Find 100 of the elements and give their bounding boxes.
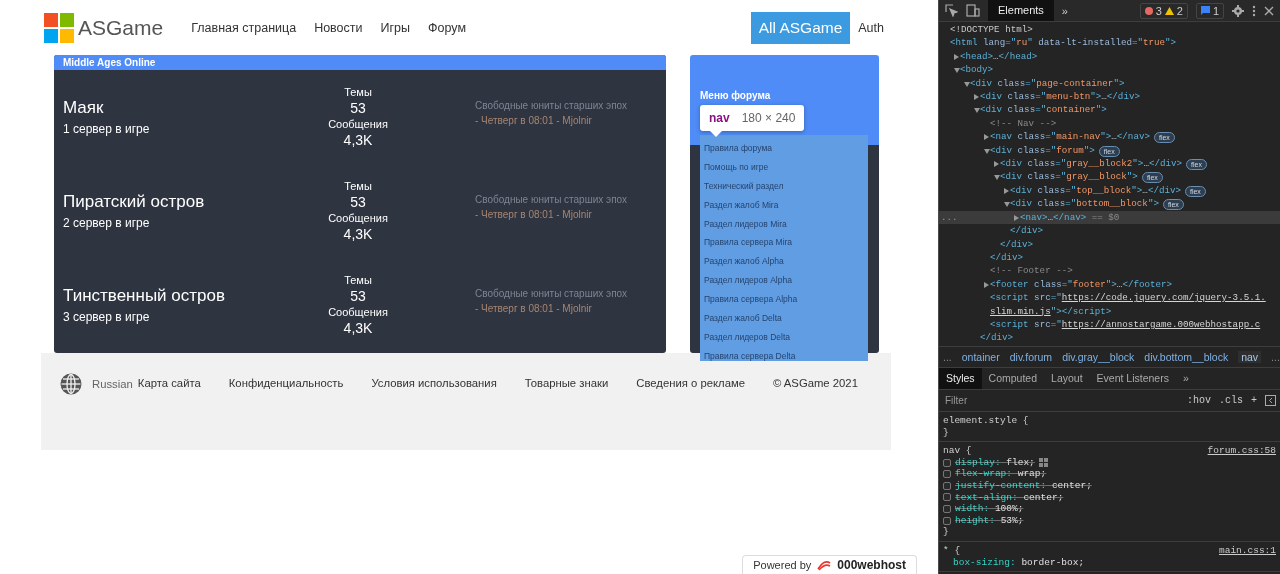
menu-link[interactable]: Правила сервера Alpha [704, 290, 864, 309]
caret-down-icon[interactable] [983, 148, 990, 154]
hover-state-button[interactable]: :hov [1186, 395, 1211, 406]
stylesheet-link[interactable]: main.css:1 [1219, 544, 1276, 557]
pane-tab[interactable]: Computed [981, 368, 1045, 389]
breadcrumb-scroll-right[interactable]: ... [1271, 351, 1280, 363]
caret-right-icon[interactable] [994, 161, 999, 168]
nav-link[interactable]: Главная страница [191, 20, 297, 35]
server-name[interactable]: Пиратский остров [63, 192, 263, 212]
menu-link[interactable]: Технический раздел [704, 176, 864, 196]
messages-counter[interactable]: 1 [1195, 2, 1224, 19]
dom-tree-row[interactable]: <body> [939, 63, 1280, 77]
more-options-icon[interactable] [1252, 4, 1256, 17]
logo-text[interactable]: ASGame [78, 15, 164, 40]
breadcrumb[interactable]: div.gray__block [1062, 351, 1135, 363]
nav-link[interactable]: Новости [314, 20, 363, 35]
dom-tree-row[interactable]: <script src="https://code.jquery.com/jquery-3.5.1.slim.min.js"></script> [939, 291, 1280, 318]
menu-link[interactable]: Помощь по игре [704, 157, 864, 177]
caret-down-icon[interactable] [993, 175, 1000, 181]
dom-tree-row[interactable]: <!-- Footer --> [939, 264, 1280, 278]
caret-right-icon[interactable] [984, 281, 989, 288]
css-declaration[interactable]: height: 53%; [955, 514, 1024, 527]
declaration-checkbox[interactable] [943, 481, 951, 490]
language-label[interactable]: Russian [92, 378, 133, 390]
stylesheet-link[interactable]: forum.css:58 [1207, 445, 1276, 457]
declaration-checkbox[interactable] [943, 458, 951, 467]
pane-tab[interactable]: Layout [1044, 368, 1090, 389]
menu-link[interactable]: Раздел жалоб Mira [704, 195, 864, 215]
menu-link[interactable]: Правила сервера Mira [704, 233, 864, 253]
css-declaration[interactable]: width: 100%; [955, 503, 1024, 515]
dom-tree-row[interactable]: <div class="page-container"> [939, 76, 1280, 91]
menu-link[interactable]: Правила сервера Delta [704, 346, 864, 366]
breadcrumb[interactable]: ontainer [961, 351, 1000, 363]
caret-right-icon[interactable] [1014, 214, 1019, 221]
grid-icon[interactable] [1038, 458, 1048, 468]
topics-count: 53 [350, 100, 366, 116]
more-panes-button[interactable]: » [1175, 368, 1196, 389]
dom-tree-row[interactable]: <script src="https://annostargame.000webhostapp.c [939, 317, 1280, 332]
close-icon[interactable] [1264, 5, 1274, 16]
declaration-checkbox[interactable] [943, 470, 951, 479]
new-rule-button[interactable]: + [1251, 395, 1257, 406]
menu-link[interactable]: Раздел жалоб Delta [704, 309, 864, 328]
pane-tab[interactable]: Styles [939, 368, 982, 389]
breadcrumb[interactable]: div.bottom__block [1144, 351, 1229, 363]
dom-tree-row[interactable]: <div class="menu-btn">…</div> [939, 90, 1280, 104]
css-declaration[interactable]: justify-content: center; [955, 479, 1092, 492]
hosting-badge[interactable]: Powered by 000webhost [742, 555, 917, 574]
css-declaration[interactable]: display: flex; [955, 456, 1035, 469]
nav-link[interactable]: Форум [428, 20, 466, 35]
menu-link[interactable]: Раздел лидеров Delta [704, 327, 864, 347]
dom-tree-row[interactable]: <head>…</head> [939, 49, 1280, 64]
auth-link[interactable]: Auth [858, 20, 884, 35]
menu-link[interactable]: Раздел лидеров Alpha [704, 271, 864, 291]
four-squares-logo-icon[interactable] [44, 12, 74, 43]
panel-tab[interactable]: Elements [988, 0, 1054, 21]
caret-right-icon[interactable] [984, 134, 989, 141]
breadcrumb[interactable]: nav [1238, 351, 1262, 363]
server-name[interactable]: Тинственный остров [63, 286, 263, 306]
settings-icon[interactable] [1232, 4, 1244, 17]
css-declaration[interactable]: flex-wrap: wrap; [955, 468, 1047, 480]
dom-tree-row[interactable]: <html lang="ru" data-lt-installed="true"> [939, 36, 1280, 50]
nav-link[interactable]: Игры [380, 20, 410, 35]
css-declaration[interactable]: box-sizing: border-box; [953, 556, 1085, 569]
breadcrumb[interactable]: div.forum [1009, 351, 1053, 363]
server-name[interactable]: Маяк [63, 98, 263, 118]
class-toggle-button[interactable]: .cls [1218, 395, 1243, 406]
breadcrumb-scroll-left[interactable]: ... [943, 351, 952, 363]
inspect-element-icon[interactable] [945, 4, 958, 17]
menu-link[interactable]: Правила форума [704, 139, 864, 158]
dom-tree-row[interactable]: <footer class="footer">…</footer> [939, 277, 1280, 292]
row-menu-dots[interactable]: ... [941, 210, 958, 225]
dom-tree-row[interactable]: ... <nav>…</nav> == $0 [939, 210, 1280, 225]
footer-link[interactable]: Условия использования [371, 377, 497, 389]
declaration-checkbox[interactable] [943, 493, 951, 502]
footer-link[interactable]: Сведения о рекламе [636, 377, 745, 389]
declaration-checkbox[interactable] [943, 504, 951, 513]
caret-right-icon[interactable] [974, 94, 979, 101]
css-declaration[interactable]: text-align: center; [955, 491, 1064, 504]
server-subtitle: 2 сервер в игре [63, 216, 151, 230]
issues-counter[interactable]: 3 2 [1139, 2, 1188, 19]
menu-link[interactable]: Раздел жалоб Alpha [704, 252, 864, 272]
device-toolbar-icon[interactable] [966, 4, 980, 17]
pane-tab[interactable]: Event Listeners [1089, 368, 1176, 389]
sidebar-toggle-icon[interactable] [1265, 395, 1276, 406]
more-tabs-button[interactable]: » [1061, 4, 1068, 17]
filter-field[interactable]: Filter [943, 395, 1179, 406]
caret-right-icon[interactable] [954, 53, 959, 60]
footer-link[interactable]: Товарные знаки [524, 377, 609, 389]
globe-icon[interactable] [60, 373, 82, 395]
caret-down-icon[interactable] [963, 81, 970, 87]
dom-tree-row[interactable]: <!DOCTYPE html> [939, 23, 1280, 37]
caret-down-icon[interactable] [953, 68, 960, 74]
footer-link[interactable]: Карта сайта [137, 377, 201, 389]
dom-tree-row[interactable]: <div class="container"> [939, 103, 1280, 117]
footer-link[interactable]: Конфиденциальность [228, 377, 344, 389]
menu-link[interactable]: Раздел лидеров Mira [704, 214, 864, 234]
declaration-checkbox[interactable] [943, 516, 951, 525]
caret-right-icon[interactable] [1004, 187, 1009, 194]
dom-tree-row[interactable]: <!-- Nav --> [939, 116, 1280, 131]
caret-down-icon[interactable] [973, 108, 980, 114]
